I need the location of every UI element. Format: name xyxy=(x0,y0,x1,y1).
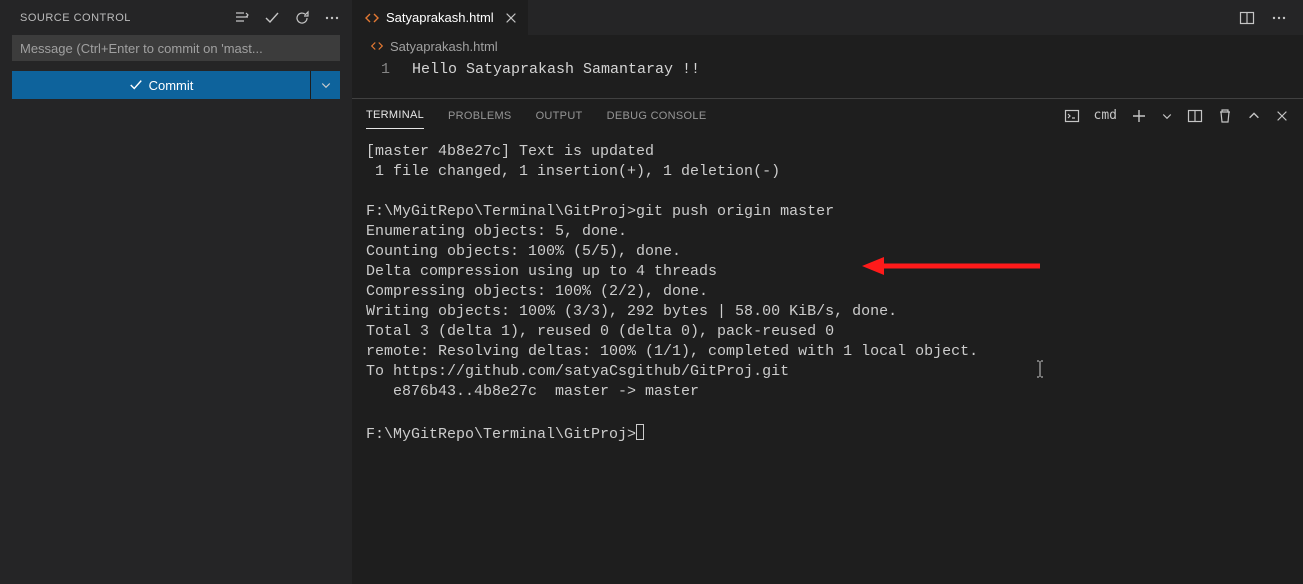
code-editor[interactable]: 1 Hello Satyaprakash Samantaray !! xyxy=(352,57,1303,98)
tab-filename: Satyaprakash.html xyxy=(386,10,494,25)
commit-button[interactable]: Commit xyxy=(12,71,310,99)
terminal-line: Writing objects: 100% (3/3), 292 bytes |… xyxy=(366,303,897,320)
terminal-prompt: F:\MyGitRepo\Terminal\GitProj> xyxy=(366,426,636,443)
terminal-line: remote: Resolving deltas: 100% (1/1), co… xyxy=(366,343,978,360)
close-panel-icon[interactable] xyxy=(1275,109,1289,123)
sidebar-header: SOURCE CONTROL xyxy=(0,0,352,35)
commit-check-icon[interactable] xyxy=(264,10,280,26)
terminal[interactable]: [master 4b8e27c] Text is updated 1 file … xyxy=(352,132,1303,584)
terminal-line: Total 3 (delta 1), reused 0 (delta 0), p… xyxy=(366,323,834,340)
tab-problems[interactable]: PROBLEMS xyxy=(448,103,512,129)
tab-terminal[interactable]: TERMINAL xyxy=(366,102,424,129)
terminal-line: Delta compression using up to 4 threads xyxy=(366,263,717,280)
tab-output[interactable]: OUTPUT xyxy=(536,103,583,129)
html-file-icon xyxy=(370,39,384,53)
commit-message-container xyxy=(12,35,340,61)
chevron-down-icon[interactable] xyxy=(1161,110,1173,122)
close-tab-icon[interactable] xyxy=(504,11,518,25)
breadcrumb-filename: Satyaprakash.html xyxy=(390,39,498,54)
terminal-line: [master 4b8e27c] Text is updated xyxy=(366,143,654,160)
commit-dropdown-button[interactable] xyxy=(310,71,340,99)
editor-tabs: Satyaprakash.html xyxy=(352,0,1303,35)
text-cursor-icon xyxy=(1036,360,1044,378)
maximize-panel-icon[interactable] xyxy=(1247,109,1261,123)
html-file-icon xyxy=(364,10,380,26)
terminal-line: Counting objects: 100% (5/5), done. xyxy=(366,243,681,260)
split-editor-icon[interactable] xyxy=(1239,10,1255,26)
line-number: 1 xyxy=(352,61,412,78)
terminal-line: To https://github.com/satyaCsgithub/GitP… xyxy=(366,363,789,380)
view-as-tree-icon[interactable] xyxy=(234,10,250,26)
tab-debug-console[interactable]: DEBUG CONSOLE xyxy=(607,103,707,129)
terminal-cursor xyxy=(636,424,644,440)
editor-more-icon[interactable] xyxy=(1271,10,1287,26)
commit-button-label: Commit xyxy=(149,78,194,93)
more-icon[interactable] xyxy=(324,10,340,26)
bottom-panel: TERMINAL PROBLEMS OUTPUT DEBUG CONSOLE c… xyxy=(352,98,1303,584)
code-content: Hello Satyaprakash Samantaray !! xyxy=(412,61,700,78)
source-control-sidebar: SOURCE CONTROL Comm xyxy=(0,0,352,584)
shell-name[interactable]: cmd xyxy=(1094,108,1117,123)
terminal-line: Enumerating objects: 5, done. xyxy=(366,223,627,240)
split-terminal-icon[interactable] xyxy=(1187,108,1203,124)
kill-terminal-icon[interactable] xyxy=(1217,108,1233,124)
terminal-line: F:\MyGitRepo\Terminal\GitProj>git push o… xyxy=(366,203,834,220)
terminal-line: e876b43..4b8e27c master -> master xyxy=(366,383,699,400)
breadcrumb[interactable]: Satyaprakash.html xyxy=(352,35,1303,57)
terminal-line: 1 file changed, 1 insertion(+), 1 deleti… xyxy=(366,163,780,180)
commit-message-input[interactable] xyxy=(12,35,340,61)
terminal-line: Compressing objects: 100% (2/2), done. xyxy=(366,283,708,300)
terminal-launch-icon[interactable] xyxy=(1064,108,1080,124)
sidebar-title: SOURCE CONTROL xyxy=(20,12,234,24)
refresh-icon[interactable] xyxy=(294,10,310,26)
editor-tab[interactable]: Satyaprakash.html xyxy=(352,0,528,35)
new-terminal-icon[interactable] xyxy=(1131,108,1147,124)
